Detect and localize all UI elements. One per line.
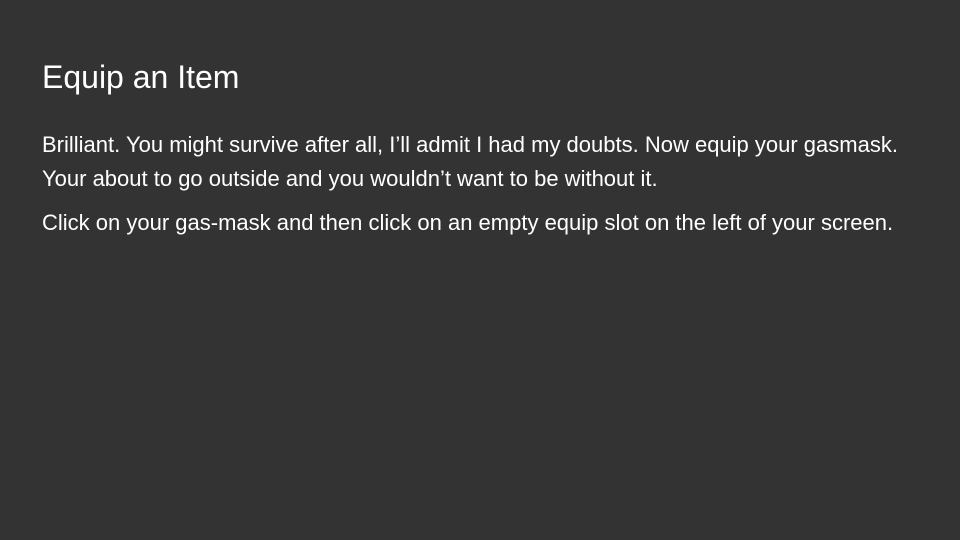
body-paragraph-2: Click on your gas-mask and then click on… xyxy=(42,210,894,235)
slide-title: Equip an Item xyxy=(42,59,240,95)
body-paragraph-1: Brilliant. You might survive after all, … xyxy=(42,132,898,191)
slide-body: Brilliant. You might survive after all, … xyxy=(42,128,918,250)
slide: Equip an Item Brilliant. You might survi… xyxy=(0,0,960,540)
